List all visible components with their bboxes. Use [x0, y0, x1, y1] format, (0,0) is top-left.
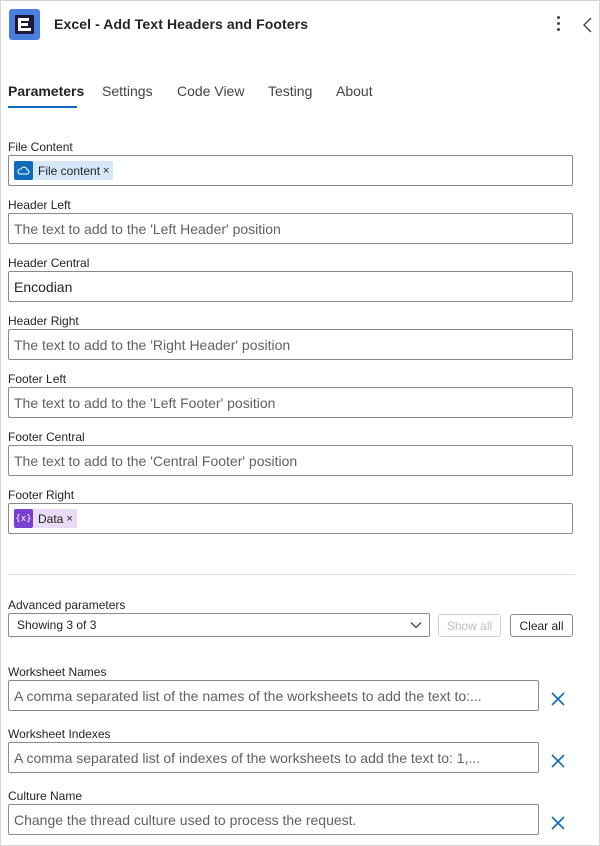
remove-culture-name-button[interactable]: [549, 814, 567, 832]
footer-central-label: Footer Central: [8, 430, 85, 444]
footer-central-placeholder: The text to add to the 'Central Footer' …: [14, 453, 298, 469]
tab-settings[interactable]: Settings: [102, 83, 153, 99]
file-content-label: File Content: [8, 140, 73, 154]
chevron-down-icon: [410, 622, 422, 629]
remove-token-icon[interactable]: ×: [103, 165, 109, 177]
page-title: Excel - Add Text Headers and Footers: [54, 16, 309, 32]
culture-name-input[interactable]: Change the thread culture used to proces…: [8, 804, 539, 835]
tab-code-view[interactable]: Code View: [177, 83, 244, 99]
active-tab-indicator: [8, 106, 77, 108]
clear-all-button[interactable]: Clear all: [510, 614, 573, 637]
worksheet-indexes-input[interactable]: A comma separated list of indexes of the…: [8, 742, 539, 773]
header-left-input[interactable]: The text to add to the 'Left Header' pos…: [8, 213, 573, 244]
collapse-panel-button[interactable]: [581, 15, 595, 35]
header-right-input[interactable]: The text to add to the 'Right Header' po…: [8, 329, 573, 360]
header-central-input[interactable]: Encodian: [8, 271, 573, 302]
header-central-value: Encodian: [14, 279, 73, 295]
chevron-left-icon: [583, 17, 592, 33]
worksheet-names-placeholder: A comma separated list of the names of t…: [14, 688, 482, 704]
tab-parameters[interactable]: Parameters: [8, 83, 84, 99]
footer-left-placeholder: The text to add to the 'Left Footer' pos…: [14, 395, 276, 411]
data-token[interactable]: {x} Data ×: [14, 509, 77, 528]
remove-worksheet-indexes-button[interactable]: [549, 752, 567, 770]
remove-worksheet-names-button[interactable]: [549, 690, 567, 708]
tab-testing[interactable]: Testing: [268, 83, 312, 99]
footer-right-label: Footer Right: [8, 488, 75, 502]
advanced-parameters-select[interactable]: Showing 3 of 3: [8, 613, 430, 637]
variable-icon: {x}: [14, 509, 33, 528]
worksheet-names-label: Worksheet Names: [8, 665, 107, 679]
header-central-label: Header Central: [8, 256, 90, 270]
close-icon: [551, 816, 565, 830]
file-content-field[interactable]: File content ×: [8, 155, 573, 186]
header-left-label: Header Left: [8, 198, 71, 212]
worksheet-names-input[interactable]: A comma separated list of the names of t…: [8, 680, 539, 711]
remove-token-icon[interactable]: ×: [66, 513, 72, 525]
header-left-placeholder: The text to add to the 'Left Header' pos…: [14, 221, 281, 237]
culture-name-label: Culture Name: [8, 789, 83, 803]
panel-frame: [0, 0, 600, 846]
footer-left-label: Footer Left: [8, 372, 67, 386]
more-vertical-icon: [557, 16, 560, 19]
encodian-logo-icon: [9, 9, 40, 40]
file-content-token-label: File content: [38, 163, 101, 178]
worksheet-indexes-placeholder: A comma separated list of indexes of the…: [14, 750, 481, 766]
culture-name-placeholder: Change the thread culture used to proces…: [14, 812, 357, 828]
more-options-button[interactable]: [549, 13, 567, 35]
footer-central-input[interactable]: The text to add to the 'Central Footer' …: [8, 445, 573, 476]
data-token-label: Data: [38, 511, 64, 526]
close-icon: [551, 754, 565, 768]
show-all-button[interactable]: Show all: [438, 614, 501, 637]
select-value: Showing 3 of 3: [17, 618, 97, 632]
advanced-parameters-label: Advanced parameters: [8, 598, 126, 612]
worksheet-indexes-label: Worksheet Indexes: [8, 727, 111, 741]
section-divider: [8, 574, 574, 575]
close-icon: [551, 692, 565, 706]
file-content-token[interactable]: File content ×: [14, 161, 114, 180]
tab-about[interactable]: About: [336, 83, 373, 99]
footer-right-field[interactable]: {x} Data ×: [8, 503, 573, 534]
footer-left-input[interactable]: The text to add to the 'Left Footer' pos…: [8, 387, 573, 418]
header-right-label: Header Right: [8, 314, 79, 328]
header-right-placeholder: The text to add to the 'Right Header' po…: [14, 337, 291, 353]
onedrive-cloud-icon: [14, 161, 33, 180]
